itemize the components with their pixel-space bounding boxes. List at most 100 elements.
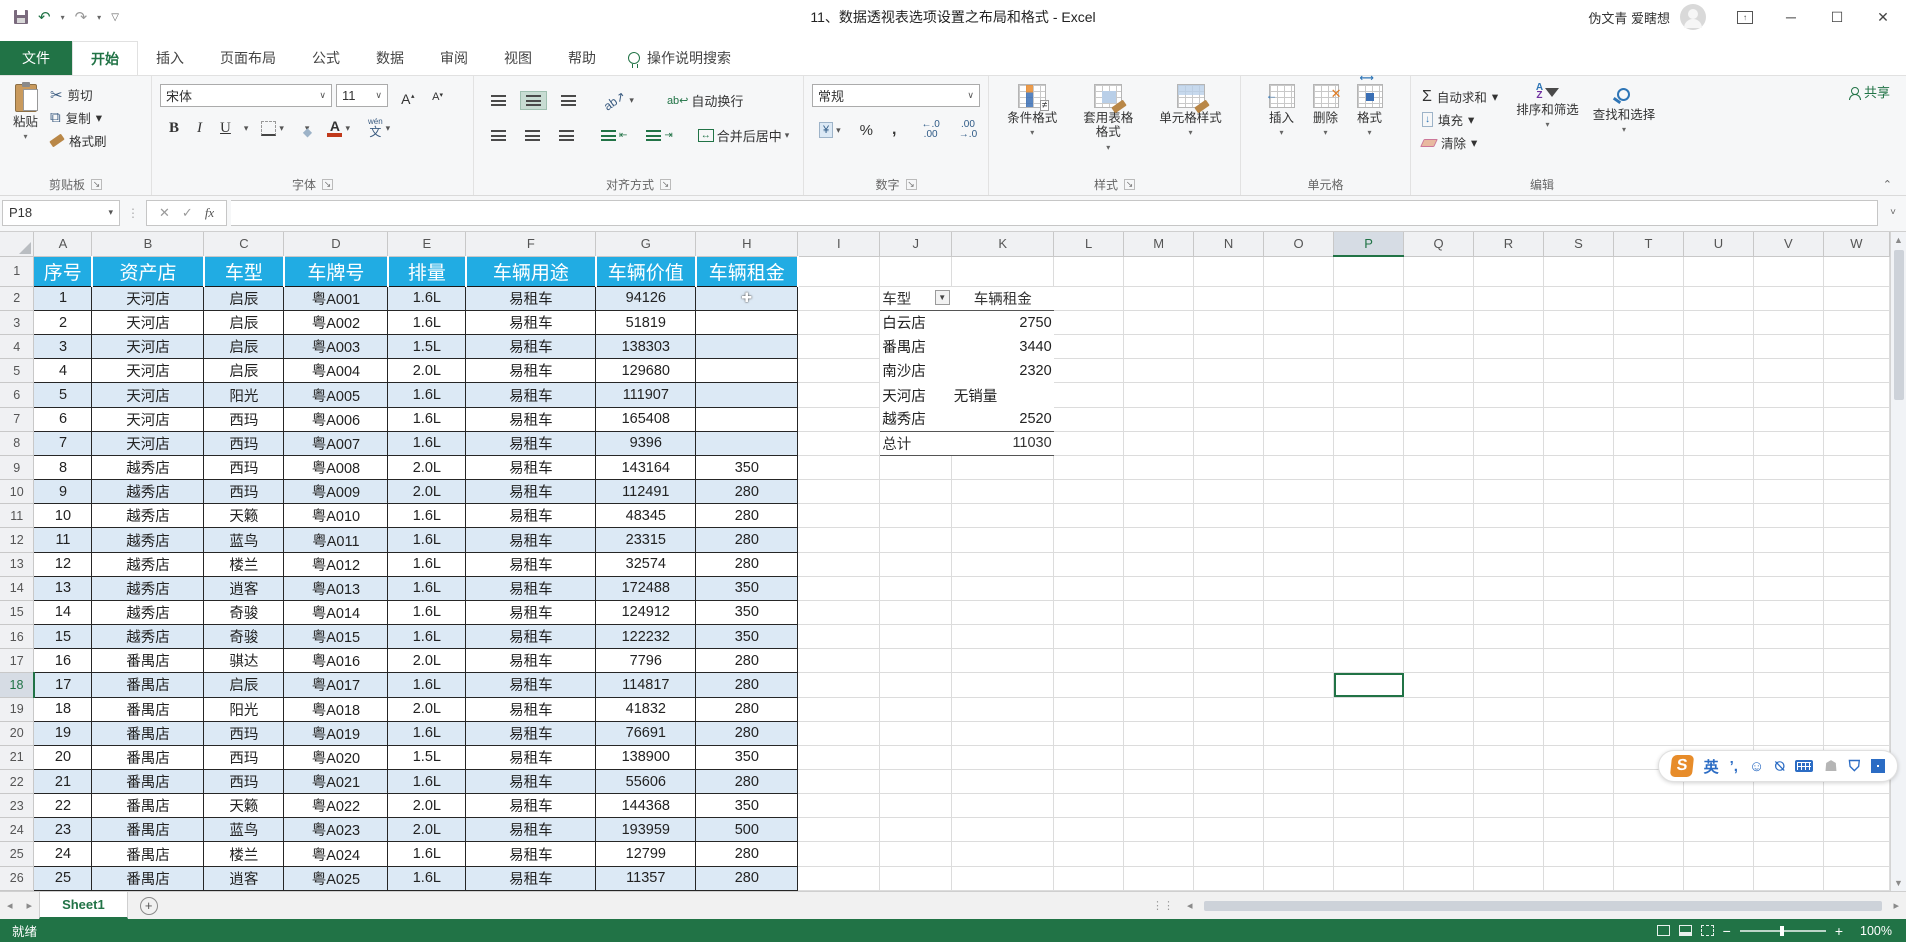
- cell[interactable]: [1543, 648, 1614, 674]
- cell[interactable]: 32574: [595, 552, 697, 577]
- cell[interactable]: 粤A004: [283, 358, 389, 384]
- cell[interactable]: [1403, 286, 1474, 312]
- cell[interactable]: [1613, 721, 1684, 746]
- cell[interactable]: [1683, 576, 1754, 601]
- row-header[interactable]: 21: [0, 745, 35, 770]
- cell[interactable]: [1053, 672, 1125, 698]
- cell[interactable]: [1753, 817, 1824, 843]
- cell[interactable]: 易租车: [465, 841, 597, 867]
- cell[interactable]: [1403, 793, 1474, 819]
- cell[interactable]: [951, 455, 1055, 481]
- cell[interactable]: [797, 310, 881, 336]
- cell[interactable]: [1753, 407, 1824, 432]
- cell[interactable]: [1263, 310, 1335, 336]
- column-header[interactable]: A: [33, 232, 93, 257]
- cell[interactable]: [1193, 479, 1265, 505]
- row-header[interactable]: 17: [0, 648, 35, 674]
- cell[interactable]: 西玛: [203, 407, 285, 432]
- cell[interactable]: 西玛: [203, 479, 285, 505]
- cell[interactable]: 2: [33, 310, 93, 336]
- row-header[interactable]: 2: [0, 286, 35, 312]
- cell[interactable]: 易租车: [465, 334, 597, 360]
- column-header[interactable]: L: [1053, 232, 1125, 257]
- cell[interactable]: 易租车: [465, 310, 597, 336]
- cell[interactable]: 1: [33, 286, 93, 312]
- cell[interactable]: [1753, 431, 1824, 456]
- cell[interactable]: [1753, 552, 1824, 577]
- cell[interactable]: [951, 841, 1055, 867]
- cell[interactable]: 越秀店: [91, 600, 205, 626]
- column-header[interactable]: I: [797, 232, 881, 257]
- cell[interactable]: [1053, 552, 1125, 577]
- cell[interactable]: 易租车: [465, 286, 597, 312]
- cell[interactable]: 12: [33, 552, 93, 577]
- cell[interactable]: [1333, 256, 1405, 287]
- cell[interactable]: [1613, 841, 1684, 867]
- cell[interactable]: [1823, 479, 1891, 505]
- cell[interactable]: [1333, 503, 1405, 529]
- cell[interactable]: [1053, 286, 1125, 312]
- cell[interactable]: [797, 672, 881, 698]
- cell[interactable]: [1753, 527, 1824, 553]
- cell[interactable]: [1193, 648, 1265, 674]
- pivot-cell[interactable]: 南沙店: [880, 359, 952, 383]
- cell[interactable]: [1683, 407, 1754, 432]
- cell[interactable]: [1123, 769, 1195, 795]
- cell[interactable]: [1753, 334, 1824, 360]
- cell[interactable]: [1263, 358, 1335, 384]
- cell[interactable]: [1123, 552, 1195, 577]
- cell[interactable]: [1613, 527, 1684, 553]
- cell[interactable]: [1823, 382, 1891, 408]
- copy-button[interactable]: ⧉ 复制 ▾: [47, 107, 110, 128]
- cell[interactable]: 4: [33, 358, 93, 384]
- cell[interactable]: [1333, 334, 1405, 360]
- cell[interactable]: [1193, 407, 1265, 432]
- cell[interactable]: [951, 256, 1055, 287]
- ribbon-tab-4[interactable]: 公式: [294, 41, 358, 75]
- cell[interactable]: 番禺店: [91, 648, 205, 674]
- underline-button[interactable]: U: [215, 117, 236, 140]
- cell[interactable]: [1053, 334, 1125, 360]
- scroll-down-icon[interactable]: ▼: [1894, 875, 1903, 891]
- cell[interactable]: [797, 697, 881, 722]
- cell[interactable]: 350: [695, 745, 799, 770]
- cell[interactable]: [1333, 697, 1405, 722]
- cell[interactable]: [1823, 600, 1891, 626]
- cell[interactable]: [1753, 310, 1824, 336]
- undo-dropdown-icon[interactable]: ▾: [61, 13, 65, 22]
- cell[interactable]: 1.6L: [387, 407, 467, 432]
- zoom-level[interactable]: 100%: [1852, 924, 1892, 938]
- cell[interactable]: [879, 769, 953, 795]
- format-cells-button[interactable]: ⟷ 格式 ▾: [1350, 73, 1390, 142]
- cell[interactable]: 番禺店: [91, 793, 205, 819]
- cell[interactable]: 280: [695, 721, 799, 746]
- cell[interactable]: [1193, 624, 1265, 650]
- cell[interactable]: [1753, 866, 1824, 892]
- cell[interactable]: [695, 310, 799, 336]
- row-header[interactable]: 13: [0, 552, 35, 577]
- cell[interactable]: 天河店: [91, 407, 205, 432]
- formula-bar-splitter[interactable]: ⋮: [124, 206, 142, 220]
- cell[interactable]: [1333, 527, 1405, 553]
- pivot-cell[interactable]: 白云店: [880, 311, 952, 335]
- cell[interactable]: 1.6L: [387, 866, 467, 892]
- cell[interactable]: 350: [695, 455, 799, 481]
- cell[interactable]: [1403, 576, 1474, 601]
- cell[interactable]: 易租车: [465, 527, 597, 553]
- cell[interactable]: [1683, 527, 1754, 553]
- cell[interactable]: 280: [695, 697, 799, 722]
- cell[interactable]: [1683, 841, 1754, 867]
- cell[interactable]: [1473, 672, 1544, 698]
- cell[interactable]: [1473, 817, 1544, 843]
- cell[interactable]: [695, 334, 799, 360]
- cell[interactable]: 易租车: [465, 721, 597, 746]
- column-header[interactable]: D: [283, 232, 389, 257]
- cell[interactable]: [1193, 527, 1265, 553]
- cell[interactable]: [1053, 841, 1125, 867]
- cell[interactable]: [1053, 431, 1125, 456]
- expand-formula-bar-icon[interactable]: ˅: [1882, 207, 1904, 218]
- cell[interactable]: [879, 817, 953, 843]
- cell[interactable]: 76691: [595, 721, 697, 746]
- cell[interactable]: 阳光: [203, 697, 285, 722]
- cell[interactable]: [1683, 358, 1754, 384]
